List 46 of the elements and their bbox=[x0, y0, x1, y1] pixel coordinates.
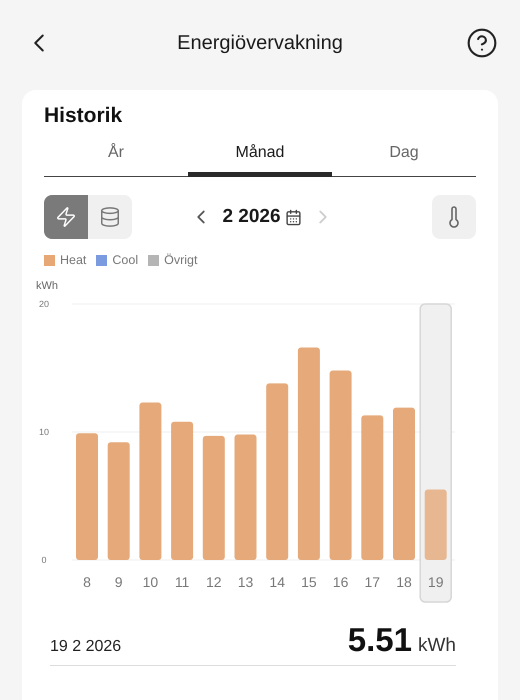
axis-label: 17 bbox=[364, 574, 380, 590]
chart-bar[interactable] bbox=[202, 436, 225, 560]
temperature-button[interactable] bbox=[432, 195, 476, 239]
axis-tick: 20 bbox=[39, 299, 49, 309]
legend-label: Cool bbox=[112, 253, 138, 267]
chart-bar[interactable] bbox=[393, 408, 415, 560]
axis-label: 19 bbox=[428, 574, 444, 590]
period-tab[interactable]: Dag bbox=[332, 136, 476, 177]
chart-bar[interactable] bbox=[108, 442, 130, 560]
period-tab[interactable]: År bbox=[44, 136, 188, 177]
chart-bar[interactable] bbox=[361, 415, 384, 560]
axis-unit: kWh bbox=[36, 280, 58, 292]
legend-label: Övrigt bbox=[164, 253, 198, 267]
help-button[interactable] bbox=[466, 27, 498, 59]
axis-label: 10 bbox=[142, 574, 158, 590]
legend-label: Heat bbox=[60, 253, 86, 267]
axis-label: 18 bbox=[396, 574, 412, 590]
chart-bar[interactable] bbox=[76, 433, 98, 560]
period-label: 2 2026 bbox=[222, 206, 281, 228]
calendar-icon[interactable] bbox=[284, 208, 302, 226]
axis-tick: 10 bbox=[39, 427, 49, 437]
chart-bar[interactable] bbox=[234, 434, 256, 560]
selected-date: 19 2 2026 bbox=[50, 638, 122, 656]
axis-label: 15 bbox=[301, 574, 317, 590]
chart-bar[interactable] bbox=[139, 402, 162, 560]
axis-label: 13 bbox=[238, 574, 254, 590]
chart-bar[interactable] bbox=[298, 348, 320, 560]
chart-bar[interactable] bbox=[266, 383, 288, 560]
axis-label: 11 bbox=[174, 574, 190, 590]
energy-value: 5.51 bbox=[348, 621, 412, 659]
coin-stack-icon bbox=[99, 206, 121, 228]
axis-label: 12 bbox=[206, 574, 222, 590]
axis-tick: 0 bbox=[42, 555, 46, 565]
energy-unit: kWh bbox=[418, 635, 456, 657]
card-title: Historik bbox=[44, 104, 124, 128]
chart-bar[interactable] bbox=[424, 489, 447, 560]
axis-label: 9 bbox=[114, 574, 123, 590]
page-title: Energiövervakning bbox=[177, 32, 343, 54]
mode-toggle[interactable] bbox=[44, 195, 88, 239]
axis-label: 16 bbox=[332, 574, 348, 590]
axis-label: 14 bbox=[269, 574, 285, 590]
chart-bar[interactable] bbox=[330, 370, 352, 560]
chart-bar[interactable] bbox=[171, 422, 194, 560]
period-tab[interactable]: Månad bbox=[188, 136, 332, 177]
axis-label: 8 bbox=[83, 574, 91, 590]
lightning-icon bbox=[55, 206, 77, 228]
